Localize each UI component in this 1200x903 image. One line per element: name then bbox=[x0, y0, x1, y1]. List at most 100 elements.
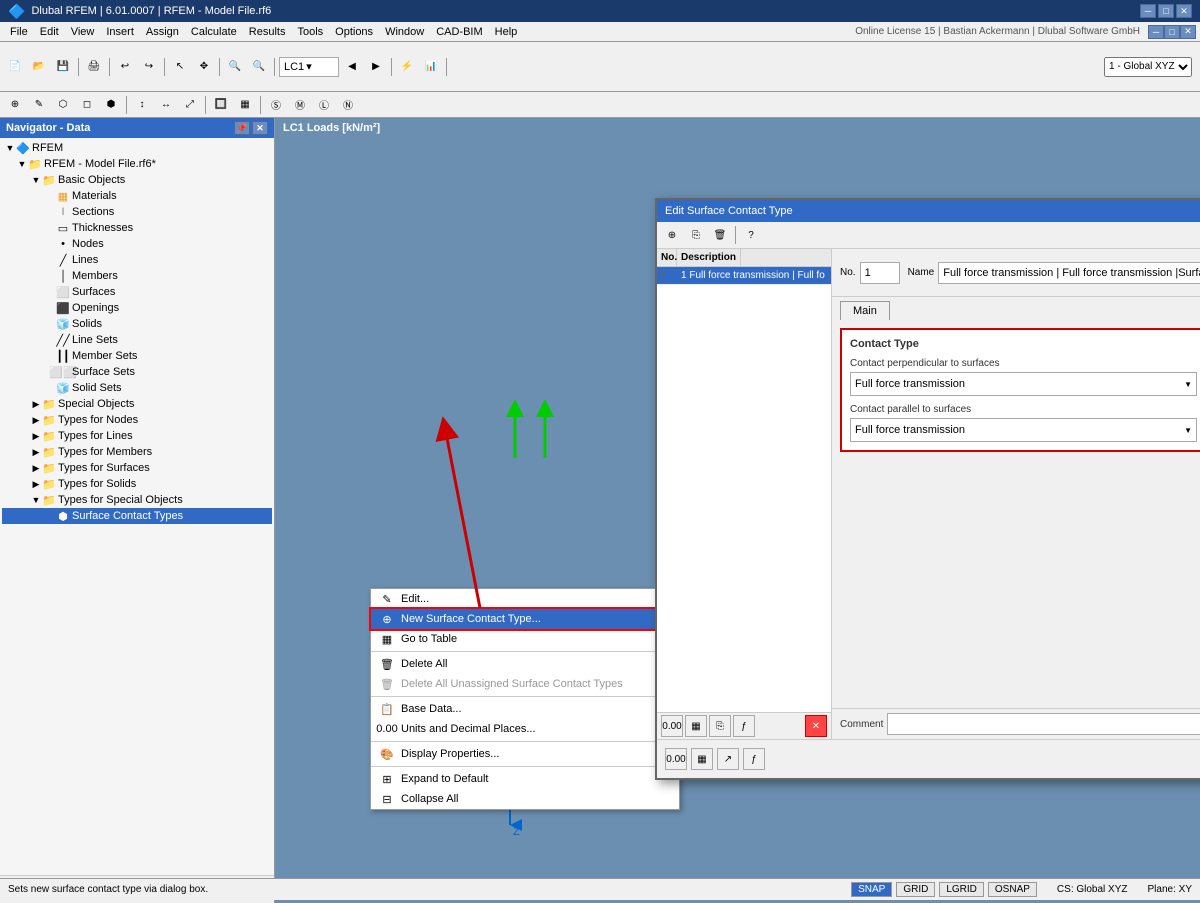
menu-assign[interactable]: Assign bbox=[140, 24, 185, 40]
ctx-expand[interactable]: ⊞ Expand to Default bbox=[371, 769, 679, 789]
menu-insert[interactable]: Insert bbox=[100, 24, 140, 40]
list-tb-copy[interactable]: ⎘ bbox=[709, 715, 731, 737]
tb-save[interactable]: 💾 bbox=[52, 56, 74, 78]
tb-r2-5[interactable]: ⬢ bbox=[100, 94, 122, 116]
nav-arrow-types-surfaces[interactable]: ▶ bbox=[30, 462, 42, 474]
lc-selector[interactable]: LC1 ▾ bbox=[279, 57, 339, 77]
list-row-1[interactable]: 1 1 Full force transmission | Full fo bbox=[657, 267, 831, 285]
footer-arrow-btn[interactable]: ↗ bbox=[717, 748, 739, 770]
dlg-tb-help[interactable]: ? bbox=[740, 224, 762, 246]
coord-system-select[interactable]: 1 - Global XYZ bbox=[1104, 57, 1192, 77]
nav-item-members[interactable]: ▶ ┃ Members bbox=[2, 268, 272, 284]
menu-options[interactable]: Options bbox=[329, 24, 379, 40]
footer-func-btn[interactable]: ƒ bbox=[743, 748, 765, 770]
nav-item-nodes[interactable]: ▶ • Nodes bbox=[2, 236, 272, 252]
tb-r2-11[interactable]: Ⓢ bbox=[265, 94, 287, 116]
nav-pin-btn[interactable]: 📌 bbox=[234, 121, 250, 135]
tb-calc[interactable]: ⚡ bbox=[396, 56, 418, 78]
tb-r2-13[interactable]: Ⓛ bbox=[313, 94, 335, 116]
list-tb-add[interactable]: 0.00 bbox=[661, 715, 683, 737]
tb-print[interactable]: 🖨 bbox=[83, 56, 105, 78]
nav-item-line-sets[interactable]: ▶ ╱╱ Line Sets bbox=[2, 332, 272, 348]
ctx-units[interactable]: 0.00 Units and Decimal Places... bbox=[371, 719, 679, 739]
app-max-btn[interactable]: □ bbox=[1164, 25, 1180, 39]
nav-item-types-members[interactable]: ▶ 📁 Types for Members bbox=[2, 444, 272, 460]
nav-item-basic-objects[interactable]: ▼ 📁 Basic Objects bbox=[2, 172, 272, 188]
tb-r2-14[interactable]: Ⓝ bbox=[337, 94, 359, 116]
tb-r2-12[interactable]: Ⓜ bbox=[289, 94, 311, 116]
footer-info-btn[interactable]: 0.00 bbox=[665, 748, 687, 770]
nav-arrow-types-members[interactable]: ▶ bbox=[30, 446, 42, 458]
comment-input[interactable] bbox=[887, 713, 1200, 735]
nav-item-solid-sets[interactable]: ▶ 🧊 Solid Sets bbox=[2, 380, 272, 396]
snap-btn[interactable]: SNAP bbox=[851, 882, 892, 897]
nav-item-member-sets[interactable]: ▶ ┃┃ Member Sets bbox=[2, 348, 272, 364]
nav-item-types-lines[interactable]: ▶ 📁 Types for Lines bbox=[2, 428, 272, 444]
name-input[interactable] bbox=[938, 262, 1200, 284]
nav-arrow-types-lines[interactable]: ▶ bbox=[30, 430, 42, 442]
nav-arrow-special[interactable]: ▶ bbox=[30, 398, 42, 410]
menu-edit[interactable]: Edit bbox=[34, 24, 65, 40]
nav-arrow-types-special[interactable]: ▼ bbox=[30, 494, 42, 506]
nav-item-lines[interactable]: ▶ ╱ Lines bbox=[2, 252, 272, 268]
nav-arrow-types-solids[interactable]: ▶ bbox=[30, 478, 42, 490]
tb-r2-4[interactable]: ◻ bbox=[76, 94, 98, 116]
tb-select[interactable]: ↖ bbox=[169, 56, 191, 78]
list-tb-delete[interactable]: ✕ bbox=[805, 715, 827, 737]
tb-new[interactable]: 📄 bbox=[4, 56, 26, 78]
tb-open[interactable]: 📂 bbox=[28, 56, 50, 78]
nav-close-btn[interactable]: ✕ bbox=[252, 121, 268, 135]
nav-item-surface-contact-types[interactable]: ▶ ⬢ Surface Contact Types bbox=[2, 508, 272, 524]
list-tb-func[interactable]: ƒ bbox=[733, 715, 755, 737]
ctx-display-props[interactable]: 🎨 Display Properties... bbox=[371, 744, 679, 764]
nav-item-rfem-root[interactable]: ▼ 🔷 RFEM bbox=[2, 140, 272, 156]
nav-item-sections[interactable]: ▶ I Sections bbox=[2, 204, 272, 220]
ctx-edit[interactable]: ✎ Edit... bbox=[371, 589, 679, 609]
list-tb-table[interactable]: ▦ bbox=[685, 715, 707, 737]
tb-redo[interactable]: ↪ bbox=[138, 56, 160, 78]
nav-item-types-surfaces[interactable]: ▶ 📁 Types for Surfaces bbox=[2, 460, 272, 476]
menu-results[interactable]: Results bbox=[243, 24, 292, 40]
app-min-btn[interactable]: ─ bbox=[1148, 25, 1164, 39]
menu-window[interactable]: Window bbox=[379, 24, 430, 40]
nav-item-surface-sets[interactable]: ▶ ⬜⬜ Surface Sets bbox=[2, 364, 272, 380]
tab-main[interactable]: Main bbox=[840, 301, 890, 320]
ctx-go-to-table[interactable]: ▦ Go to Table bbox=[371, 629, 679, 649]
tb-r2-1[interactable]: ⊕ bbox=[4, 94, 26, 116]
tb-r2-3[interactable]: ⬡ bbox=[52, 94, 74, 116]
dlg-tb-new[interactable]: ⊕ bbox=[661, 224, 683, 246]
tb-undo[interactable]: ↩ bbox=[114, 56, 136, 78]
tb-prev-lc[interactable]: ◀ bbox=[341, 56, 363, 78]
tb-r2-2[interactable]: ✎ bbox=[28, 94, 50, 116]
close-btn[interactable]: ✕ bbox=[1176, 4, 1192, 18]
nav-arrow-rfem[interactable]: ▼ bbox=[4, 142, 16, 154]
nav-item-thicknesses[interactable]: ▶ ▭ Thicknesses bbox=[2, 220, 272, 236]
nav-item-types-nodes[interactable]: ▶ 📁 Types for Nodes bbox=[2, 412, 272, 428]
app-close-btn[interactable]: ✕ bbox=[1180, 25, 1196, 39]
nav-item-materials[interactable]: ▶ ▦ Materials bbox=[2, 188, 272, 204]
nav-item-surfaces[interactable]: ▶ ⬜ Surfaces bbox=[2, 284, 272, 300]
tb-zoom-out[interactable]: 🔍 bbox=[248, 56, 270, 78]
nav-item-types-solids[interactable]: ▶ 📁 Types for Solids bbox=[2, 476, 272, 492]
menu-cad-bim[interactable]: CAD-BIM bbox=[430, 24, 488, 40]
tb-r2-6[interactable]: ↕ bbox=[131, 94, 153, 116]
nav-arrow-basic[interactable]: ▼ bbox=[30, 174, 42, 186]
no-input[interactable] bbox=[860, 262, 900, 284]
nav-item-special-objects[interactable]: ▶ 📁 Special Objects bbox=[2, 396, 272, 412]
tb-move[interactable]: ✥ bbox=[193, 56, 215, 78]
ctx-collapse[interactable]: ⊟ Collapse All bbox=[371, 789, 679, 809]
tb-r2-10[interactable]: ▦ bbox=[234, 94, 256, 116]
menu-view[interactable]: View bbox=[65, 24, 101, 40]
nav-item-model[interactable]: ▼ 📁 RFEM - Model File.rf6* bbox=[2, 156, 272, 172]
parallel-select[interactable]: Full force transmission ▼ bbox=[850, 418, 1197, 442]
nav-item-openings[interactable]: ▶ ⬛ Openings bbox=[2, 300, 272, 316]
tb-next-lc[interactable]: ▶ bbox=[365, 56, 387, 78]
footer-table-btn[interactable]: ▦ bbox=[691, 748, 713, 770]
tb-zoom-in[interactable]: 🔍 bbox=[224, 56, 246, 78]
nav-arrow-types-nodes[interactable]: ▶ bbox=[30, 414, 42, 426]
tb-results[interactable]: 📊 bbox=[420, 56, 442, 78]
ctx-new-surface-contact-type[interactable]: ⊕ New Surface Contact Type... bbox=[371, 609, 679, 629]
nav-item-solids[interactable]: ▶ 🧊 Solids bbox=[2, 316, 272, 332]
nav-arrow-model[interactable]: ▼ bbox=[16, 158, 28, 170]
minimize-btn[interactable]: ─ bbox=[1140, 4, 1156, 18]
